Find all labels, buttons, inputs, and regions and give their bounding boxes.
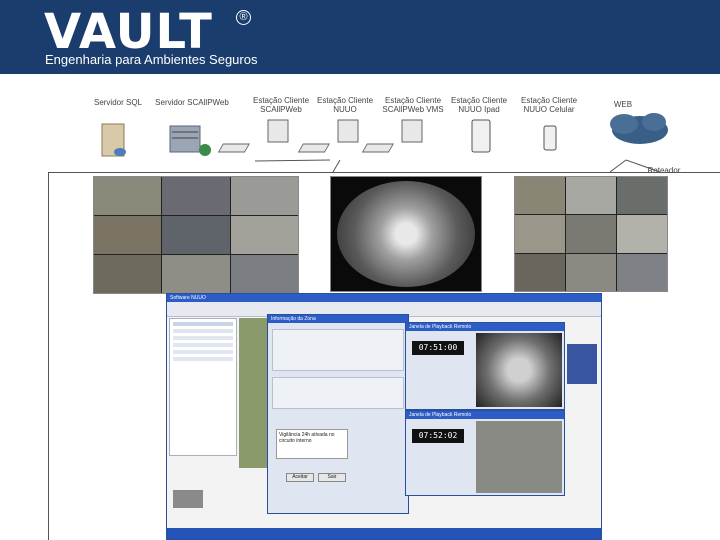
registered-mark: ®	[236, 10, 251, 25]
window-titlebar: Software NUUO	[167, 294, 601, 302]
camera-mosaic-left	[93, 176, 299, 294]
node-label: Estação Cliente	[316, 96, 374, 105]
side-panel	[567, 344, 597, 384]
playback-clock: 07:51:00	[412, 341, 464, 355]
tablet-icon	[471, 119, 491, 153]
taskbar	[167, 528, 601, 539]
node-scallpweb-server: Servidor SCAllPWeb	[152, 98, 232, 107]
camera-tree[interactable]	[169, 318, 237, 456]
playback-titlebar: Janela de Playback Remoto	[406, 323, 564, 331]
app-server-icon	[169, 125, 211, 156]
node-sql-server: Servidor SQL	[88, 98, 148, 107]
sql-server-icon	[101, 123, 126, 157]
playback-clock: 07:52:02	[412, 429, 464, 443]
fisheye-view	[337, 181, 475, 287]
topology-icons	[101, 113, 668, 173]
playback-window-1: Janela de Playback Remoto 07:51:00	[405, 322, 565, 410]
tagline: Engenharia para Ambientes Seguros	[45, 52, 258, 67]
camera-fisheye	[330, 176, 482, 292]
node-label: Estação Cliente	[252, 96, 310, 105]
node-label: Servidor SCAllPWeb	[155, 98, 229, 107]
frame-top-line	[48, 172, 720, 173]
playback-video	[476, 421, 562, 493]
zone-dialog: Informação da Zona Vigilância 24h ativad…	[267, 314, 409, 514]
cloud-icon	[610, 113, 668, 144]
frame-left-line	[48, 172, 49, 540]
dialog-titlebar: Informação da Zona	[268, 315, 408, 323]
exit-button[interactable]: Sair	[318, 473, 346, 482]
camera-mosaic-right	[514, 176, 668, 292]
nuuo-software-window: Software NUUO Informação da Zona Vigilân…	[166, 293, 602, 540]
accept-button[interactable]: Aceitar	[286, 473, 314, 482]
node-label: Estação Cliente	[450, 96, 508, 105]
phone-icon	[543, 125, 557, 151]
note-box[interactable]: Vigilância 24h ativada no circuito inter…	[276, 429, 348, 459]
playback-window-2: Janela de Playback Remoto 07:52:02	[405, 410, 565, 496]
preview-thumbnail	[173, 490, 203, 508]
node-label: Servidor SQL	[93, 98, 143, 107]
playback-titlebar: Janela de Playback Remoto	[406, 411, 564, 419]
workstation-icon	[297, 119, 359, 153]
workstation-icon	[361, 119, 423, 153]
node-label: Estação Cliente	[384, 96, 442, 105]
node-label: Estação Cliente	[520, 96, 578, 105]
header-bar: VAULT ® Engenharia para Ambientes Seguro…	[0, 0, 720, 74]
playback-video	[476, 333, 562, 407]
workstation-icon	[217, 119, 289, 153]
